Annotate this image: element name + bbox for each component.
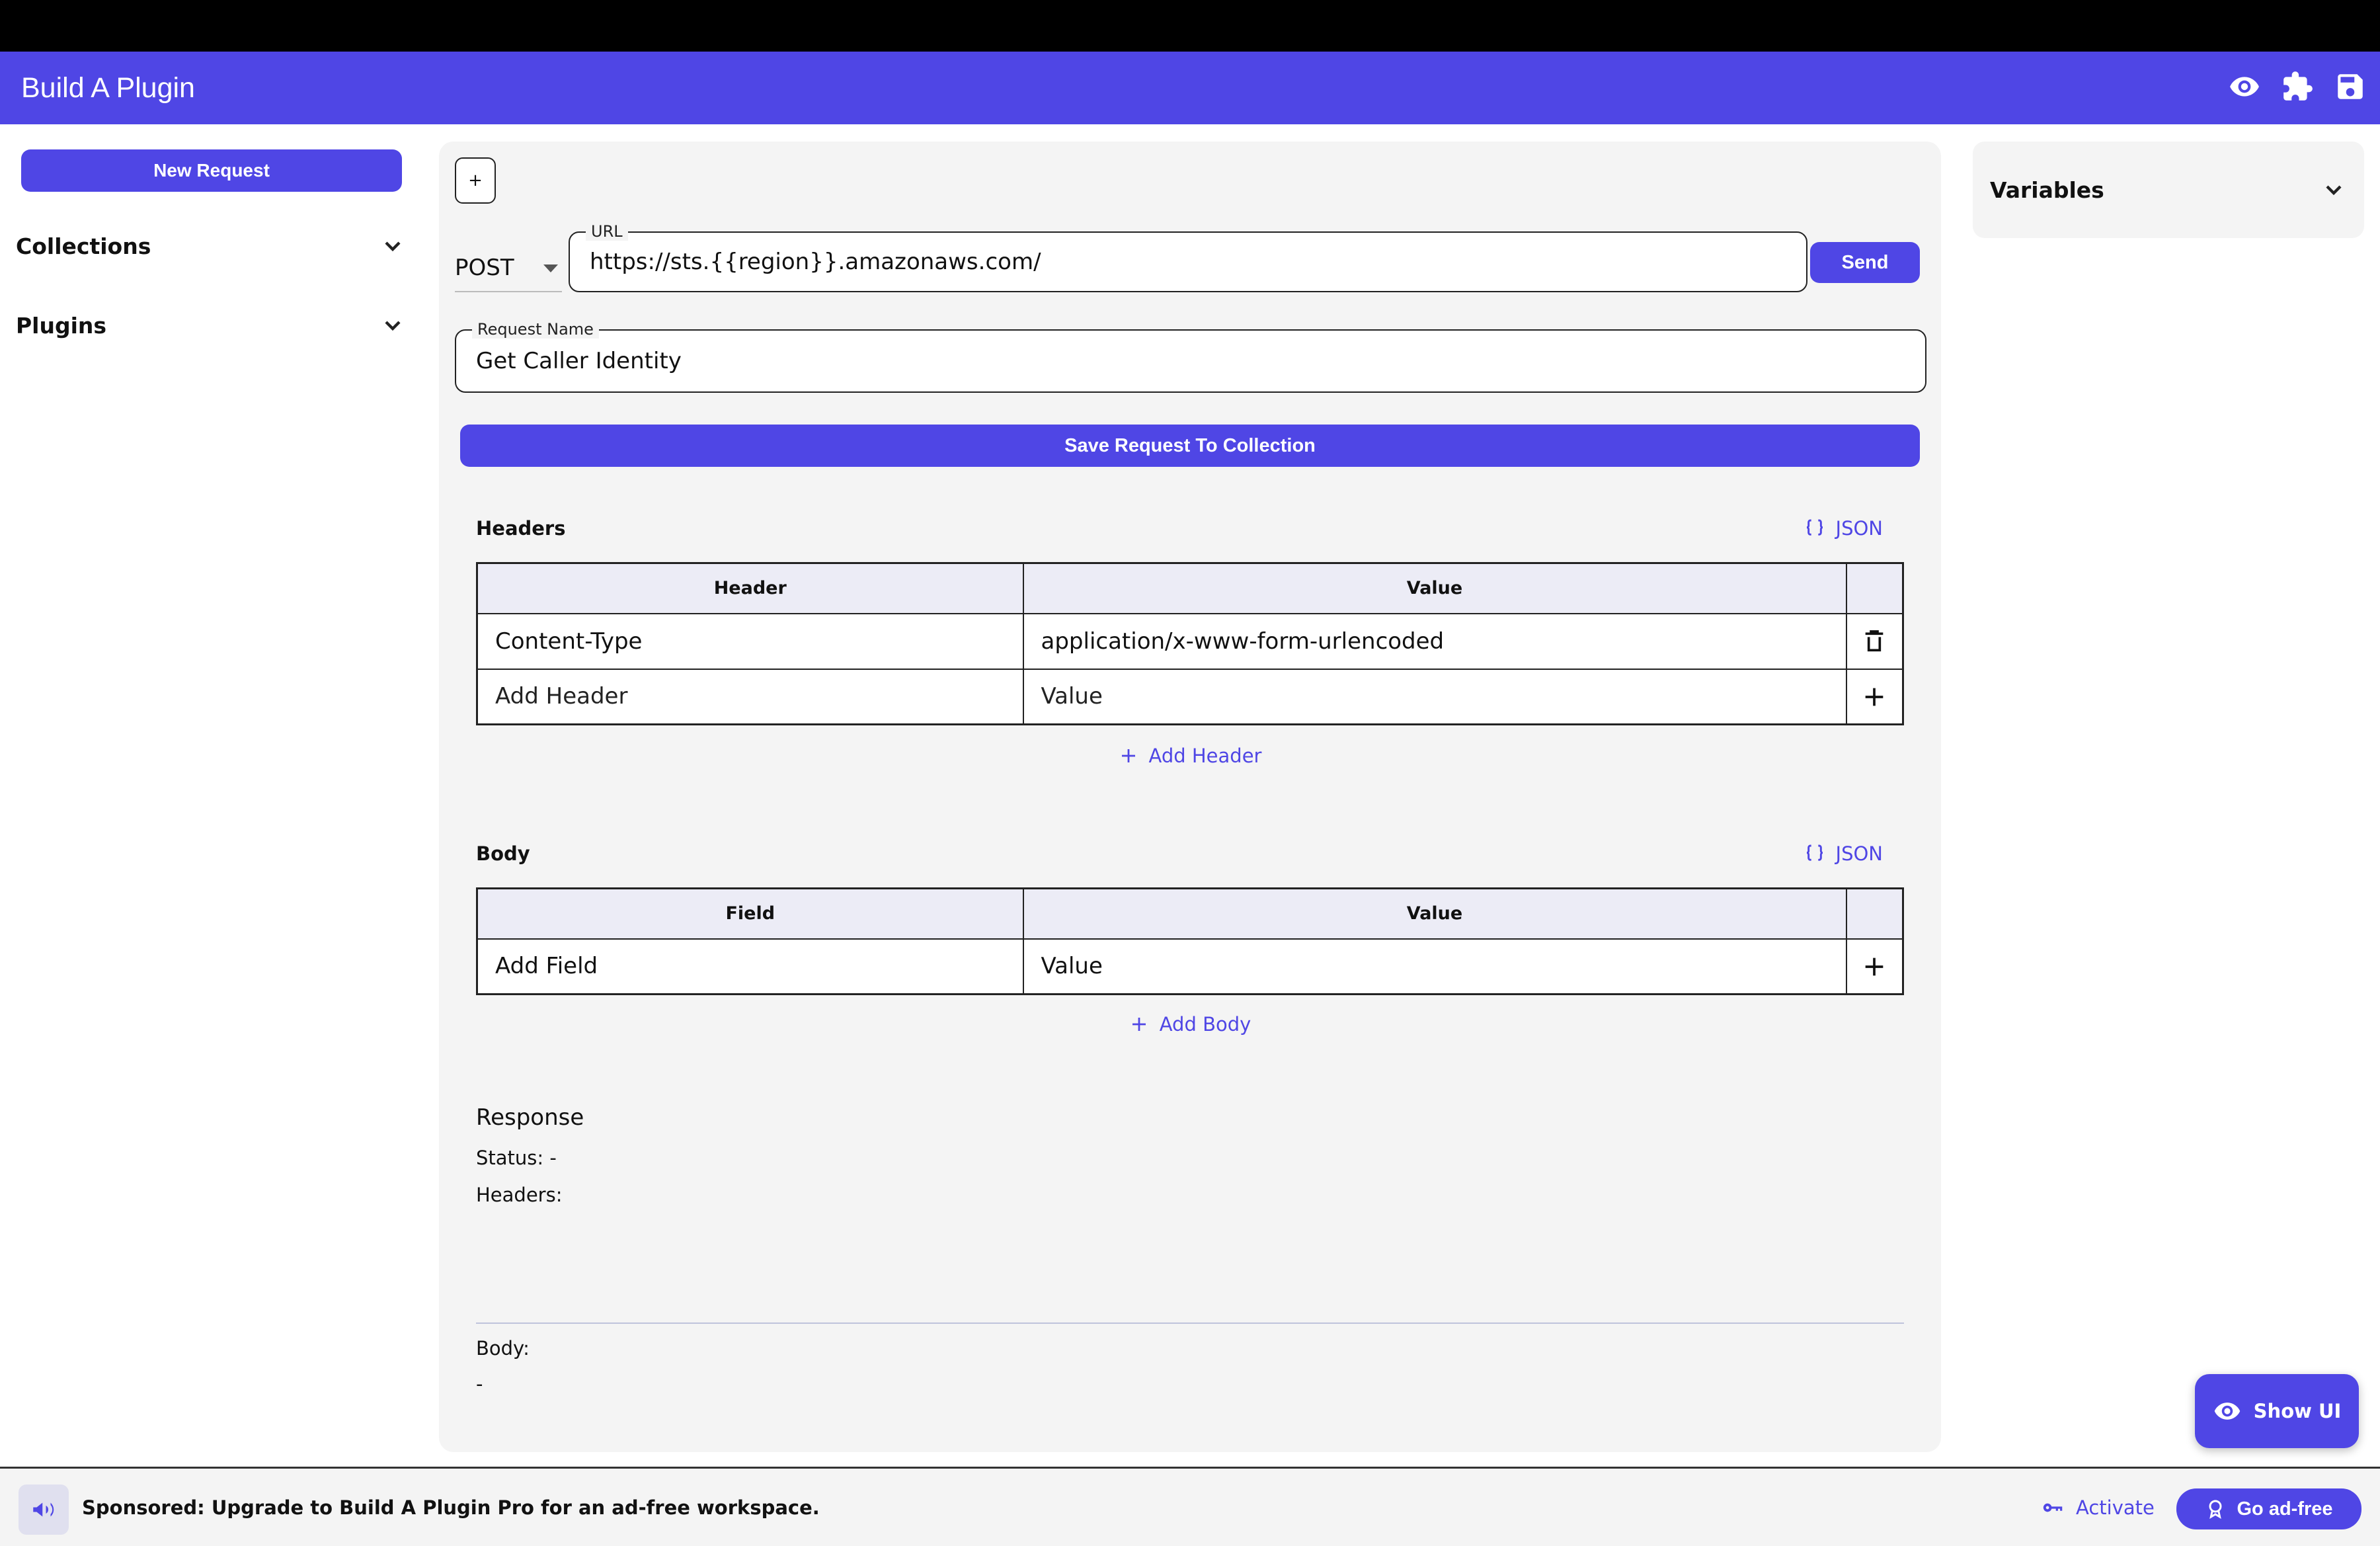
sidebar-section-label: Plugins <box>16 312 107 339</box>
method-select[interactable]: POST <box>455 245 562 292</box>
header-actions <box>2228 70 2367 103</box>
save-to-collection-button[interactable]: Save Request To Collection <box>460 425 1920 467</box>
response-title: Response <box>476 1104 584 1131</box>
sidebar-section-plugins[interactable]: Plugins <box>16 305 406 345</box>
go-ad-free-label: Go ad-free <box>2237 1498 2333 1520</box>
app-header: Build A Plugin <box>0 52 2380 124</box>
headers-json-button[interactable]: JSON <box>1804 517 1883 540</box>
json-label: JSON <box>1835 842 1883 865</box>
body-title: Body <box>476 842 530 865</box>
request-name-value: Get Caller Identity <box>476 348 682 374</box>
field-value-input[interactable]: Value <box>1022 938 1847 995</box>
response-body-label: Body: <box>476 1337 530 1360</box>
braces-icon <box>1806 519 1823 536</box>
column-header: Field <box>476 887 1024 940</box>
body-json-button[interactable]: JSON <box>1804 842 1883 865</box>
show-ui-button[interactable]: Show UI <box>2195 1374 2359 1448</box>
send-button[interactable]: Send <box>1810 242 1920 283</box>
eye-icon[interactable] <box>2228 70 2261 103</box>
sidebar-section-label: Collections <box>16 233 151 259</box>
column-header-actions <box>1845 562 1904 614</box>
response-body-value: - <box>476 1373 483 1395</box>
add-header-button[interactable]: Add Header <box>439 745 1941 767</box>
headers-title: Headers <box>476 517 566 540</box>
add-body-button[interactable]: Add Body <box>439 1013 1941 1036</box>
chevron-down-icon <box>385 321 401 331</box>
method-value: POST <box>455 255 514 281</box>
activate-button[interactable]: Activate <box>2040 1495 2155 1520</box>
response-status: Status: - <box>476 1147 557 1169</box>
body-table: Field Value Add Field Value <box>476 887 1904 995</box>
table-header-row: Field Value <box>476 887 1904 940</box>
sponsor-text: Sponsored: Upgrade to Build A Plugin Pro… <box>82 1496 820 1519</box>
response-headers-label: Headers: <box>476 1184 563 1206</box>
variables-title: Variables <box>1990 177 2104 203</box>
badge-icon <box>2209 1500 2222 1519</box>
add-body-label: Add Body <box>1159 1013 1251 1036</box>
trash-icon <box>1865 630 1884 652</box>
show-ui-label: Show UI <box>2253 1400 2342 1422</box>
go-ad-free-button[interactable]: Go ad-free <box>2176 1488 2361 1529</box>
activate-label: Activate <box>2076 1496 2155 1519</box>
json-label: JSON <box>1835 517 1883 540</box>
request-editor: + POST URL https://sts.{{region}}.amazon… <box>439 142 1941 1452</box>
braces-icon <box>1806 844 1823 861</box>
headers-table: Header Value Content-Type application/x-… <box>476 562 1904 725</box>
chevron-down-icon <box>2326 185 2342 196</box>
request-name-input[interactable]: Request Name Get Caller Identity <box>455 320 1926 393</box>
sidebar: New Request Collections Plugins <box>0 124 436 1467</box>
column-header: Value <box>1022 887 1847 940</box>
table-header-row: Header Value <box>476 562 1904 614</box>
header-value-cell[interactable]: application/x-www-form-urlencoded <box>1022 612 1847 670</box>
add-tab-button[interactable]: + <box>455 157 496 204</box>
table-row: Content-Type application/x-www-form-urle… <box>476 612 1904 670</box>
delete-header-button[interactable] <box>1845 612 1904 670</box>
column-header-actions <box>1845 887 1904 940</box>
megaphone-icon <box>19 1485 69 1535</box>
table-row-new: Add Header Value <box>476 668 1904 725</box>
add-field-input[interactable]: Add Field <box>476 938 1024 995</box>
header-value-input[interactable]: Value <box>1022 668 1847 725</box>
caret-down-icon <box>543 264 558 272</box>
plus-icon <box>1132 1018 1146 1031</box>
column-header: Header <box>476 562 1024 614</box>
add-field-row-button[interactable] <box>1845 938 1904 995</box>
plus-icon <box>1121 749 1135 762</box>
header-key-cell[interactable]: Content-Type <box>476 612 1024 670</box>
system-top-bar <box>0 0 2380 52</box>
save-icon[interactable] <box>2334 70 2367 103</box>
new-request-button[interactable]: New Request <box>21 149 402 192</box>
add-header-label: Add Header <box>1148 745 1262 767</box>
plus-icon <box>1865 957 1884 976</box>
divider <box>476 1322 1904 1324</box>
key-icon <box>2043 1503 2063 1512</box>
sidebar-section-collections[interactable]: Collections <box>16 226 406 266</box>
variables-panel[interactable]: Variables <box>1973 142 2364 238</box>
eye-icon <box>2214 1403 2240 1420</box>
puzzle-icon[interactable] <box>2281 70 2314 103</box>
table-row-new: Add Field Value <box>476 938 1904 995</box>
plus-icon <box>1865 688 1884 706</box>
sponsor-footer: Sponsored: Upgrade to Build A Plugin Pro… <box>0 1467 2380 1546</box>
chevron-down-icon <box>385 241 401 252</box>
url-value: https://sts.{{region}}.amazonaws.com/ <box>590 249 1041 275</box>
add-header-row-button[interactable] <box>1845 668 1904 725</box>
column-header: Value <box>1022 562 1847 614</box>
add-header-input[interactable]: Add Header <box>476 668 1024 725</box>
app-title: Build A Plugin <box>21 71 195 104</box>
url-input[interactable]: URL https://sts.{{region}}.amazonaws.com… <box>569 222 1807 292</box>
